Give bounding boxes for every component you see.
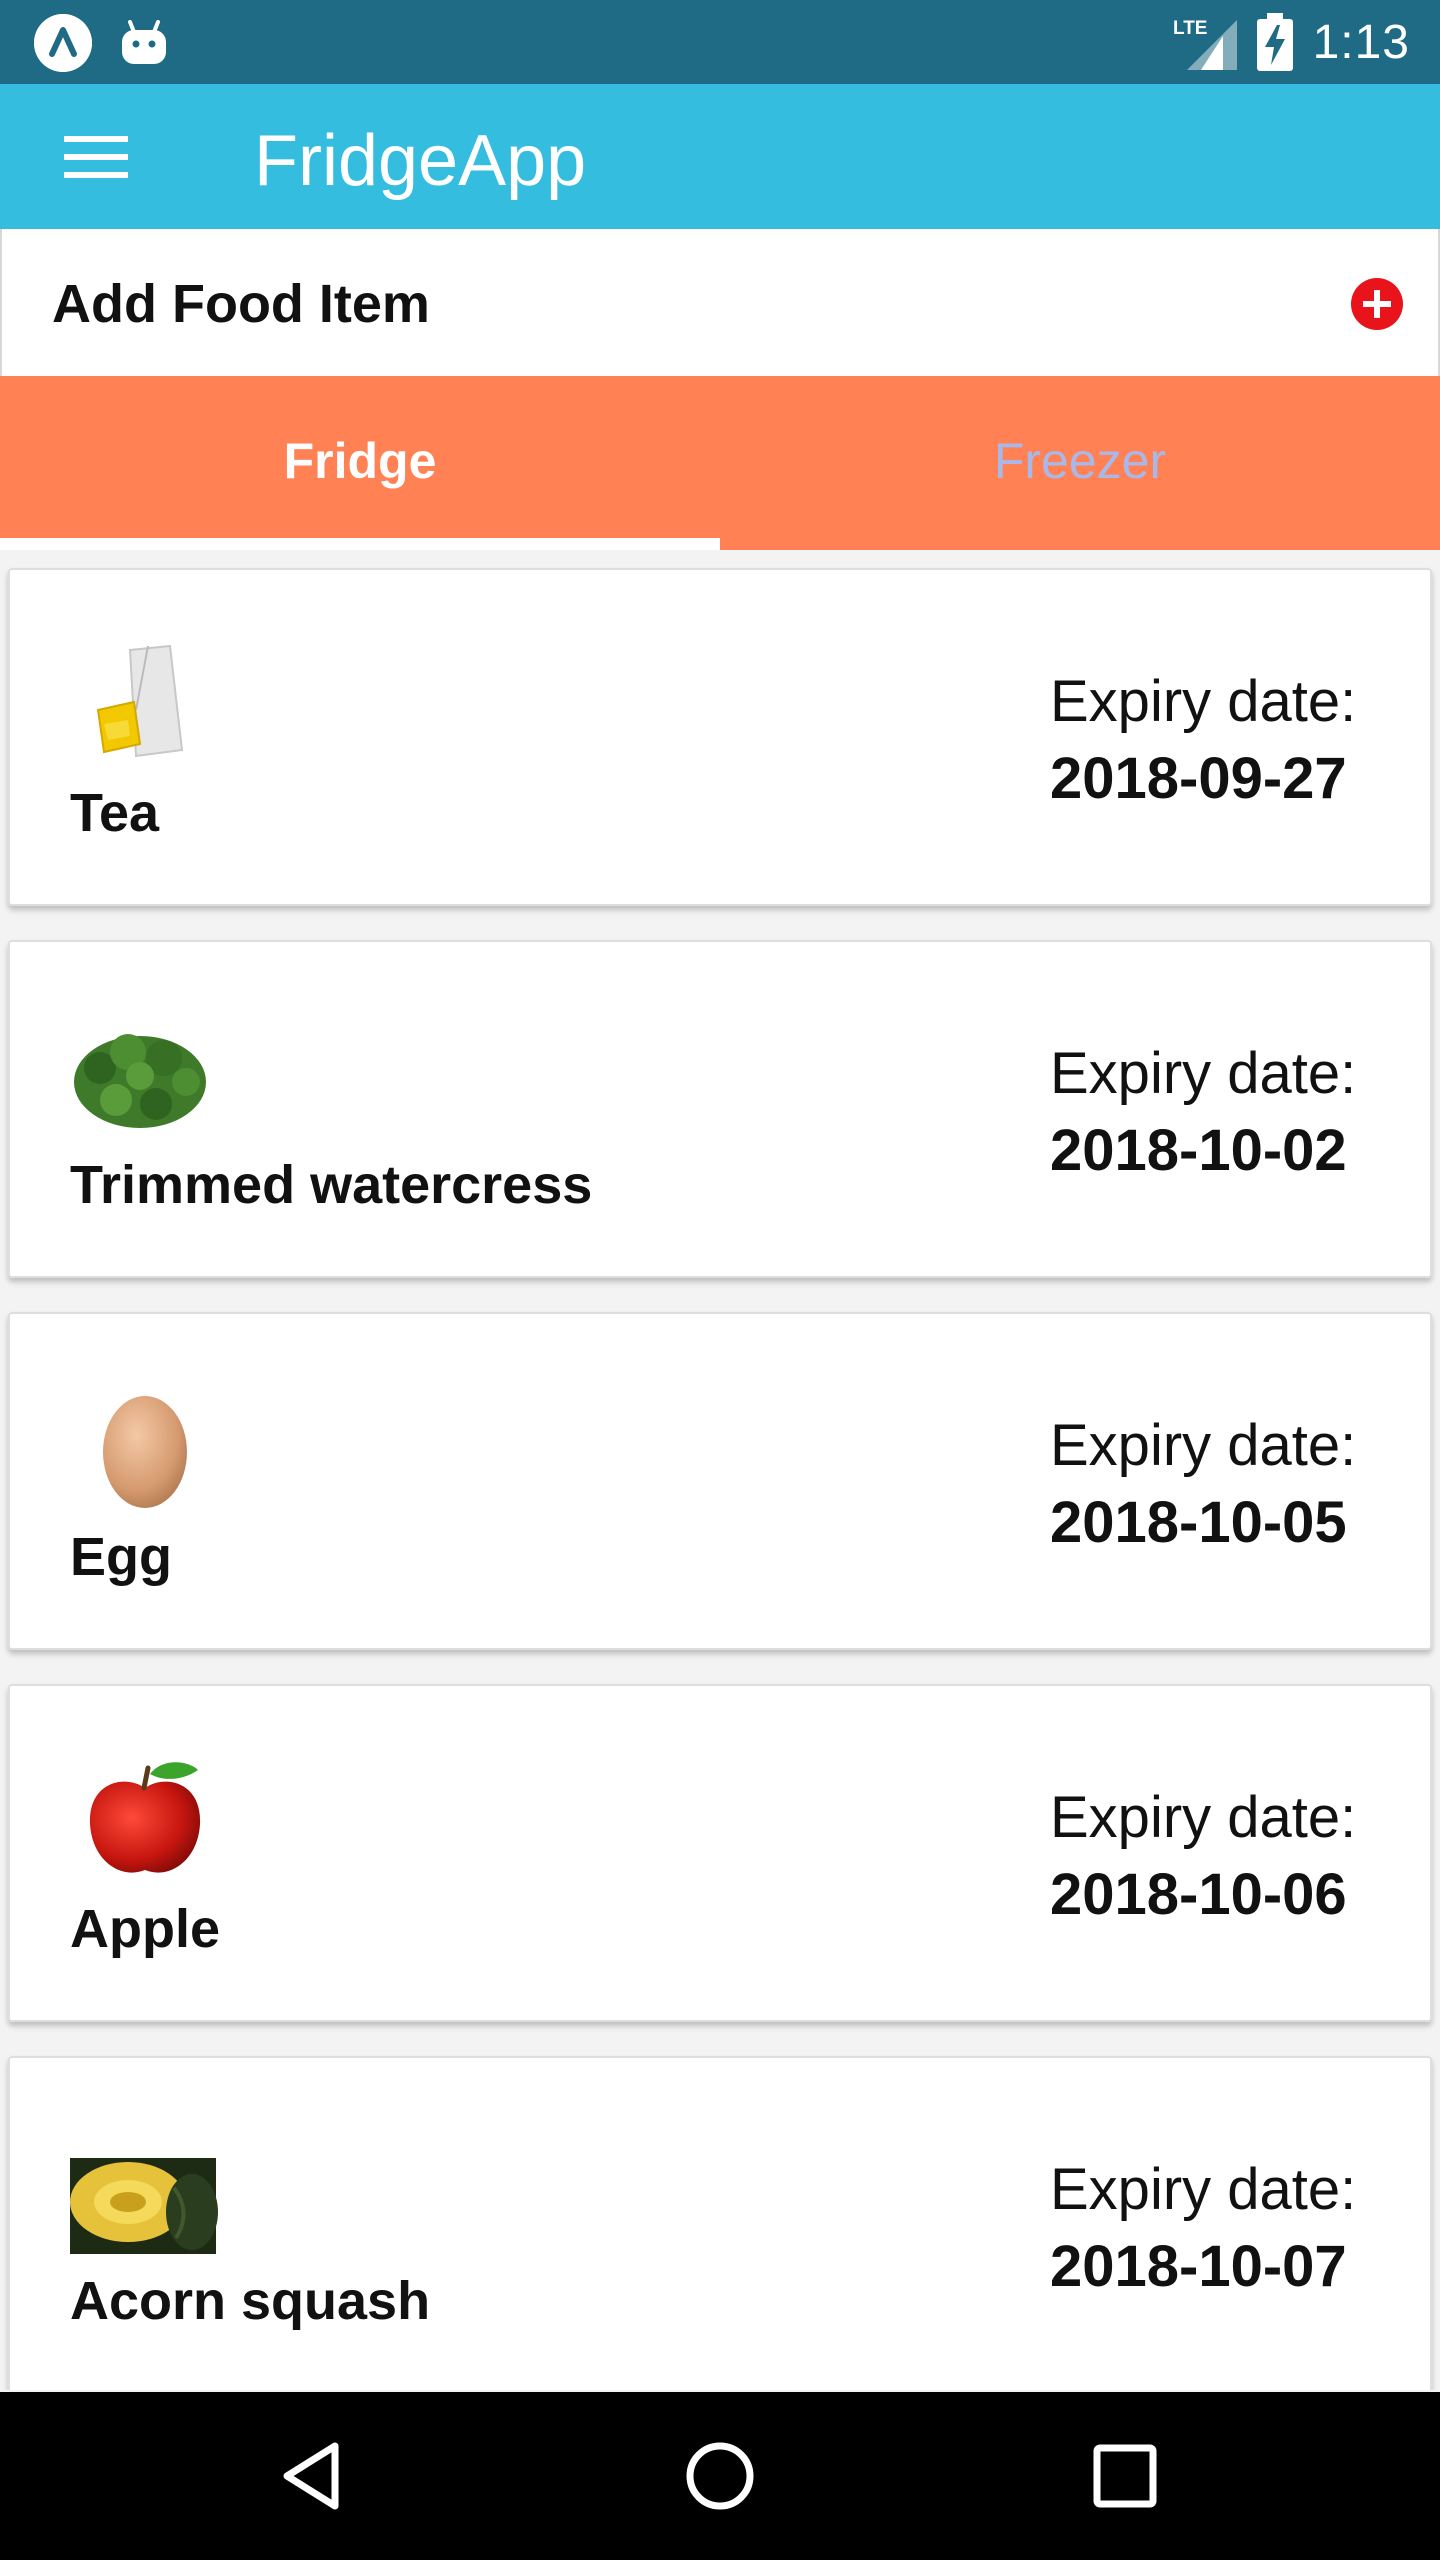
food-item-name: Egg <box>70 1527 172 1587</box>
expiry-label: Expiry date: <box>1050 1785 1357 1850</box>
android-debug-icon <box>118 20 170 66</box>
app-notification-icon <box>34 14 92 72</box>
add-circle-icon[interactable] <box>1350 277 1404 331</box>
food-item-name: Acorn squash <box>70 2271 431 2331</box>
food-item-card[interactable]: Apple Expiry date: 2018-10-06 <box>8 1684 1432 2022</box>
back-icon[interactable] <box>275 2436 355 2516</box>
add-food-item-label: Add Food Item <box>52 274 430 334</box>
tab-bar: Fridge Freezer <box>0 376 1440 550</box>
tea-bag-image <box>70 640 220 770</box>
food-item-name: Apple <box>70 1899 221 1959</box>
hamburger-menu-icon[interactable] <box>62 132 132 182</box>
food-item-card[interactable]: Acorn squash Expiry date: 2018-10-07 <box>8 2056 1432 2390</box>
expiry-label: Expiry date: <box>1050 1413 1357 1478</box>
screen: LTE 1:13 FridgeApp Add Food Item Fridge … <box>0 0 1440 2560</box>
status-right: LTE 1:13 <box>1173 10 1410 74</box>
expiry-label: Expiry date: <box>1050 2157 1357 2222</box>
food-item-list[interactable]: Tea Expiry date: 2018-09-27 Trimmed wate… <box>0 560 1440 2390</box>
food-item-card[interactable]: Trimmed watercress Expiry date: 2018-10-… <box>8 940 1432 1278</box>
food-item-card[interactable]: Egg Expiry date: 2018-10-05 <box>8 1312 1432 1650</box>
status-bar: LTE 1:13 <box>0 0 1440 84</box>
food-item-name: Tea <box>70 783 160 843</box>
app-title: FridgeApp <box>254 121 587 201</box>
app-bar: FridgeApp <box>0 84 1440 229</box>
food-item-card[interactable]: Tea Expiry date: 2018-09-27 <box>8 568 1432 906</box>
expiry-date: 2018-10-02 <box>1050 1118 1347 1183</box>
expiry-date: 2018-10-05 <box>1050 1490 1347 1555</box>
food-item-name: Trimmed watercress <box>70 1155 593 1215</box>
add-food-item-row[interactable]: Add Food Item <box>0 229 1440 376</box>
status-time: 1:13 <box>1312 15 1410 69</box>
expiry-date: 2018-10-06 <box>1050 1862 1347 1927</box>
tab-indicator <box>0 538 720 550</box>
egg-image <box>70 1384 220 1514</box>
acorn-squash-image <box>70 2128 220 2258</box>
home-icon[interactable] <box>680 2436 760 2516</box>
recents-icon[interactable] <box>1085 2436 1165 2516</box>
expiry-label: Expiry date: <box>1050 1041 1357 1106</box>
battery-charging-icon <box>1256 13 1293 71</box>
svg-text:LTE: LTE <box>1173 18 1207 39</box>
lte-signal-icon: LTE <box>1173 18 1237 70</box>
system-nav-bar <box>0 2392 1440 2560</box>
watercress-image <box>70 1012 220 1142</box>
tab-freezer[interactable]: Freezer <box>720 376 1440 550</box>
tab-fridge[interactable]: Fridge <box>0 376 720 550</box>
expiry-date: 2018-10-07 <box>1050 2234 1347 2299</box>
expiry-label: Expiry date: <box>1050 669 1357 734</box>
expiry-date: 2018-09-27 <box>1050 746 1347 811</box>
apple-image <box>70 1756 220 1886</box>
